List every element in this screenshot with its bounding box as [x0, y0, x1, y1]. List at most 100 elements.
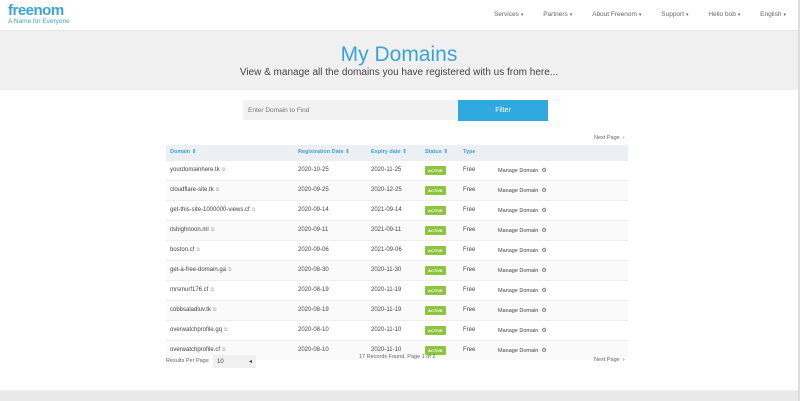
results-per-page-select[interactable]: 10 ◂ — [213, 355, 256, 368]
domain-search-input[interactable] — [243, 100, 458, 120]
records-summary: 17 Records Found, Page 1 of 2 — [359, 354, 436, 360]
logo-tagline: A Name for Everyone — [8, 18, 70, 25]
page-title: My Domains — [340, 43, 458, 66]
external-link-icon[interactable]: ⧉ — [252, 207, 256, 213]
expiry-date: 2021-09-14 — [367, 199, 421, 220]
type-cell: Free — [459, 159, 494, 180]
domain-cell[interactable]: get-a-free-domain.ga ⧉ — [166, 259, 294, 280]
type-cell: Free — [459, 339, 494, 360]
col-type-label: Type — [463, 149, 476, 156]
sort-icon: ⇕ — [191, 149, 197, 156]
table-row: mrsmurf176.cf ⧉ 2020-08-19 2020-11-19 ACT… — [166, 279, 628, 300]
page-subtitle: View & manage all the domains you have r… — [239, 67, 559, 78]
filter-button[interactable]: Filter — [458, 100, 548, 121]
domain-name: overwatchprofile.gq — [170, 327, 223, 333]
expiry-date: 2021-09-06 — [367, 239, 421, 260]
table-row: get-this-site-1000000-views.cf ⧉ 2020-09-… — [166, 199, 628, 220]
col-domain[interactable]: Domain ⇕ — [166, 145, 294, 160]
external-link-icon[interactable]: ⧉ — [210, 287, 214, 293]
manage-domain-button[interactable]: Manage Domain ⚙ — [494, 199, 628, 220]
domain-cell[interactable]: cloudflare-site.tk ⧉ — [166, 179, 294, 200]
expiry-date: 2021-09-11 — [367, 219, 421, 240]
expiry-date: 2020-11-10 — [367, 319, 421, 340]
results-per-page-value: 10 — [217, 358, 224, 365]
domain-name: overwatchprofile.cf — [170, 347, 221, 353]
registration-date: 2020-09-25 — [294, 179, 367, 200]
gear-icon: ⚙ — [541, 327, 547, 334]
manage-domain-label: Manage Domain — [498, 187, 539, 194]
gear-icon: ⚙ — [541, 347, 547, 354]
nav-services[interactable]: Services ▾ — [485, 11, 523, 18]
col-expiry[interactable]: Expiry date ⇕ — [367, 145, 421, 160]
manage-domain-button[interactable]: Manage Domain ⚙ — [494, 239, 628, 260]
status-badge: ACTIVE — [425, 305, 446, 315]
domain-name: mrsmurf176.cf — [170, 287, 209, 293]
external-link-icon[interactable]: ⧉ — [216, 187, 220, 193]
next-page-link-top[interactable]: Next Page › — [594, 135, 625, 141]
registration-date: 2020-09-06 — [294, 239, 367, 260]
manage-domain-button[interactable]: Manage Domain ⚙ — [494, 179, 628, 200]
col-registration[interactable]: Registration Date ⇕ — [294, 145, 367, 160]
domain-cell[interactable]: mrsmurf176.cf ⧉ — [166, 279, 294, 300]
external-link-icon[interactable]: ⧉ — [222, 167, 226, 173]
domain-cell[interactable]: overwatchprofile.gq ⧉ — [166, 319, 294, 340]
chevron-down-icon: ▾ — [638, 12, 642, 18]
status-cell: ACTIVE — [421, 179, 459, 200]
freenom-logo[interactable]: freenom A Name for Everyone — [8, 2, 70, 26]
domain-cell[interactable]: itshighnoon.ml ⧉ — [166, 219, 294, 240]
external-link-icon[interactable]: ⧉ — [196, 247, 200, 253]
table-header-row: Domain ⇕ Registration Date ⇕ Expiry date… — [166, 145, 628, 160]
manage-domain-label: Manage Domain — [498, 247, 539, 254]
col-registration-label: Registration Date — [298, 149, 344, 156]
nav-about[interactable]: About Freenom ▾ — [583, 11, 641, 18]
manage-domain-button[interactable]: Manage Domain ⚙ — [494, 219, 628, 240]
col-status-label: Status — [425, 149, 442, 156]
nav-language[interactable]: English ▾ — [751, 11, 786, 18]
nav-support[interactable]: Support ▾ — [652, 11, 688, 18]
gear-icon: ⚙ — [541, 207, 547, 214]
manage-domain-button[interactable]: Manage Domain ⚙ — [494, 319, 628, 340]
status-badge: ACTIVE — [425, 185, 446, 195]
manage-domain-label: Manage Domain — [498, 227, 539, 234]
manage-domain-button[interactable]: Manage Domain ⚙ — [494, 259, 628, 280]
select-arrow-icon: ◂ — [248, 359, 252, 365]
manage-domain-label: Manage Domain — [498, 347, 539, 354]
logo-brand: freenom — [8, 2, 64, 19]
registration-date: 2020-09-11 — [294, 219, 367, 240]
domain-cell[interactable]: get-this-site-1000000-views.cf ⧉ — [166, 199, 294, 220]
table-row: itshighnoon.ml ⧉ 2020-09-11 2021-09-11 AC… — [166, 219, 628, 240]
external-link-icon[interactable]: ⧉ — [228, 267, 232, 273]
nav-partners[interactable]: Partners ▾ — [534, 11, 572, 18]
nav-partners-label: Partners — [543, 11, 568, 18]
sort-icon: ⇕ — [345, 149, 350, 156]
expiry-date: 2020-11-19 — [367, 299, 421, 320]
domain-cell[interactable]: cobbsaladluv.tk ⧉ — [166, 299, 294, 320]
chevron-down-icon: ▾ — [783, 12, 786, 18]
status-badge: ACTIVE — [425, 285, 446, 295]
domain-name: get-a-free-domain.ga — [170, 267, 227, 273]
status-cell: ACTIVE — [421, 299, 459, 320]
top-navbar: freenom A Name for Everyone Services ▾ Pa… — [0, 0, 798, 31]
table-row: yourdomainhere.tk ⧉ 2020-10-25 2020-11-25… — [166, 159, 628, 180]
gear-icon: ⚙ — [541, 287, 547, 294]
col-status[interactable]: Status ⇕ — [421, 145, 459, 160]
status-cell: ACTIVE — [421, 239, 459, 260]
col-domain-label: Domain — [170, 149, 191, 156]
hero-section: My Domains View & manage all the domains… — [0, 31, 798, 91]
manage-domain-button[interactable]: Manage Domain ⚙ — [494, 159, 628, 180]
nav-user-menu[interactable]: Hello bob ▾ — [699, 11, 740, 18]
table-row: get-a-free-domain.ga ⧉ 2020-08-30 2020-11… — [166, 259, 628, 280]
external-link-icon[interactable]: ⧉ — [222, 347, 226, 353]
external-link-icon[interactable]: ⧉ — [211, 227, 215, 233]
nav-about-label: About Freenom — [592, 11, 637, 18]
registration-date: 2020-08-19 — [294, 279, 367, 300]
external-link-icon[interactable]: ⧉ — [224, 327, 228, 333]
status-badge: ACTIVE — [425, 205, 446, 215]
domain-cell[interactable]: boston.cf ⧉ — [166, 239, 294, 260]
domain-cell[interactable]: yourdomainhere.tk ⧉ — [166, 159, 294, 180]
next-page-link-bottom[interactable]: Next Page › — [594, 357, 625, 363]
nav-services-label: Services — [493, 11, 519, 18]
manage-domain-button[interactable]: Manage Domain ⚙ — [494, 299, 628, 320]
external-link-icon[interactable]: ⧉ — [213, 307, 217, 313]
manage-domain-button[interactable]: Manage Domain ⚙ — [494, 279, 628, 300]
